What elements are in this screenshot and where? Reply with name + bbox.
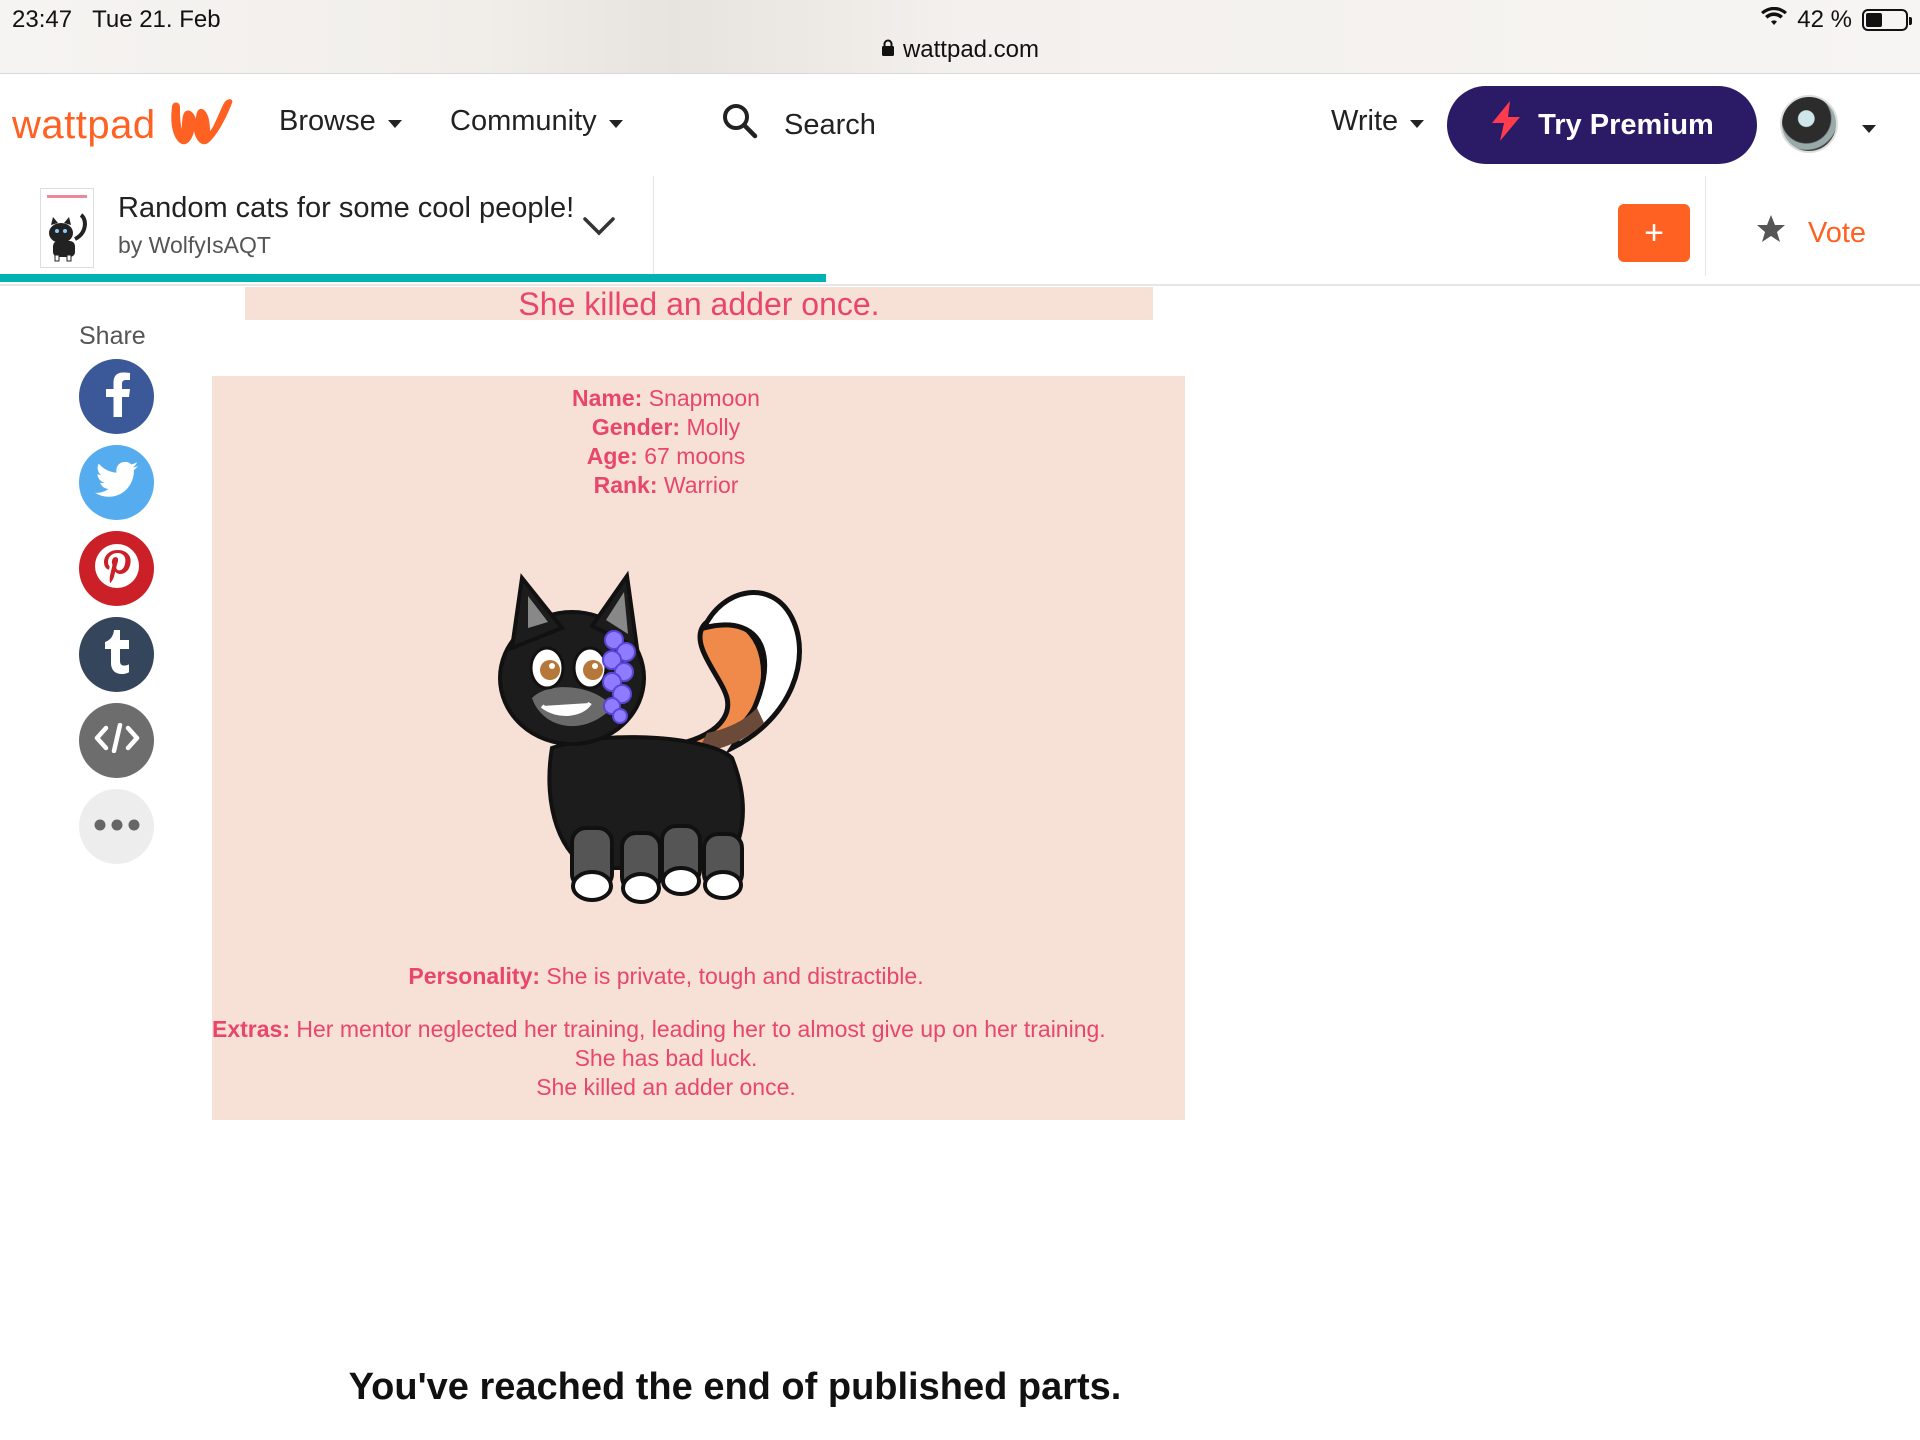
pinterest-icon — [92, 541, 142, 596]
name-line: Name: Snapmoon — [212, 384, 1120, 413]
gender-value: Molly — [680, 414, 741, 440]
premium-label: Try Premium — [1538, 108, 1714, 141]
facebook-icon — [102, 371, 132, 422]
user-avatar[interactable] — [1780, 95, 1838, 153]
twitter-icon — [94, 461, 139, 503]
top-navigation: wattpad Browse Community Search Write Tr… — [0, 75, 1920, 175]
status-time: 23:47 Tue 21. Feb — [12, 6, 221, 34]
personality-line: Personality: She is private, tough and d… — [212, 962, 1120, 991]
add-to-library-button[interactable]: + — [1618, 204, 1690, 262]
try-premium-button[interactable]: Try Premium — [1447, 86, 1757, 164]
search-button[interactable]: Search — [722, 103, 876, 147]
clock-date: Tue 21. Feb — [92, 6, 221, 33]
battery-icon — [1862, 9, 1912, 31]
extras-text: She has bad luck. — [574, 1045, 758, 1071]
add-label: + — [1644, 213, 1664, 252]
browse-label: Browse — [279, 105, 376, 137]
share-more-button[interactable] — [79, 789, 154, 864]
extras-label: Extras: — [212, 1016, 290, 1042]
end-of-parts-message: You've reached the end of published part… — [348, 1366, 1122, 1408]
share-tumblr-button[interactable] — [79, 617, 154, 692]
personality-label: Personality: — [408, 963, 541, 989]
caret-down-icon — [387, 119, 402, 128]
name-value: Snapmoon — [642, 385, 760, 411]
browse-menu[interactable]: Browse — [279, 105, 402, 138]
avatar-caret-icon[interactable] — [1862, 125, 1876, 133]
caption-text: She killed an adder once. — [518, 286, 880, 322]
previous-image-caption: She killed an adder once. — [245, 286, 1153, 322]
caret-down-icon — [608, 119, 623, 128]
extras-block: Extras: Her mentor neglected her trainin… — [212, 1015, 1120, 1102]
caret-down-icon — [1410, 119, 1425, 128]
vote-label: Vote — [1808, 216, 1867, 249]
community-menu[interactable]: Community — [450, 105, 623, 138]
extras-line: Extras: Her mentor neglected her trainin… — [212, 1015, 1120, 1044]
divider — [653, 176, 654, 276]
wattpad-logo[interactable]: wattpad — [12, 97, 238, 154]
url-text: wattpad.com — [902, 36, 1040, 63]
divider — [1705, 176, 1706, 276]
age-line: Age: 67 moons — [212, 442, 1120, 471]
rank-label: Rank: — [593, 472, 658, 498]
story-header: Random cats for some cool people! by Wol… — [0, 176, 1920, 286]
more-icon — [94, 818, 140, 836]
clock-time: 23:47 — [12, 6, 73, 33]
name-label: Name: — [572, 385, 643, 411]
story-cover[interactable] — [40, 188, 94, 268]
rank-value: Warrior — [657, 472, 739, 498]
address-bar[interactable]: wattpad.com — [0, 36, 1920, 64]
age-value: 67 moons — [637, 443, 746, 469]
extras-text: She killed an adder once. — [536, 1074, 796, 1100]
wattpad-w-icon — [166, 97, 238, 154]
share-label: Share — [79, 322, 146, 350]
chevron-down-icon[interactable] — [582, 216, 616, 241]
share-pinterest-button[interactable] — [79, 531, 154, 606]
logo-text: wattpad — [12, 103, 156, 147]
story-title[interactable]: Random cats for some cool people! — [118, 192, 574, 225]
share-facebook-button[interactable] — [79, 359, 154, 434]
star-icon — [1756, 214, 1786, 252]
tumblr-icon — [103, 630, 131, 679]
extras-text: Her mentor neglected her training, leadi… — [289, 1016, 1106, 1042]
rank-line: Rank: Warrior — [212, 471, 1120, 500]
write-label: Write — [1331, 105, 1399, 137]
story-author[interactable]: by WolfyIsAQT — [118, 232, 271, 259]
battery-percent: 42 % — [1797, 6, 1852, 33]
search-label: Search — [784, 108, 876, 141]
write-menu[interactable]: Write — [1331, 105, 1425, 138]
browser-status-bar: 23:47 Tue 21. Feb 42 % wattpad.com — [0, 0, 1920, 74]
share-twitter-button[interactable] — [79, 445, 154, 520]
status-indicators: 42 % — [1761, 6, 1912, 34]
vote-button[interactable]: Vote — [1756, 214, 1866, 252]
lightning-icon — [1490, 101, 1522, 149]
share-embed-button[interactable] — [79, 703, 154, 778]
gender-label: Gender: — [591, 414, 681, 440]
search-icon — [722, 103, 758, 147]
lock-icon — [881, 36, 895, 64]
cat-info: Name: Snapmoon Gender: Molly Age: 67 moo… — [212, 384, 1120, 500]
embed-icon — [94, 722, 140, 758]
gender-line: Gender: Molly — [212, 413, 1120, 442]
age-label: Age: — [586, 443, 638, 469]
reading-progress-bar — [0, 274, 826, 282]
community-label: Community — [450, 105, 597, 137]
cat-illustration — [472, 548, 872, 928]
story-image-card: Name: Snapmoon Gender: Molly Age: 67 moo… — [212, 376, 1185, 1120]
personality-value: She is private, tough and distractible. — [540, 963, 924, 989]
wifi-icon — [1761, 6, 1788, 34]
